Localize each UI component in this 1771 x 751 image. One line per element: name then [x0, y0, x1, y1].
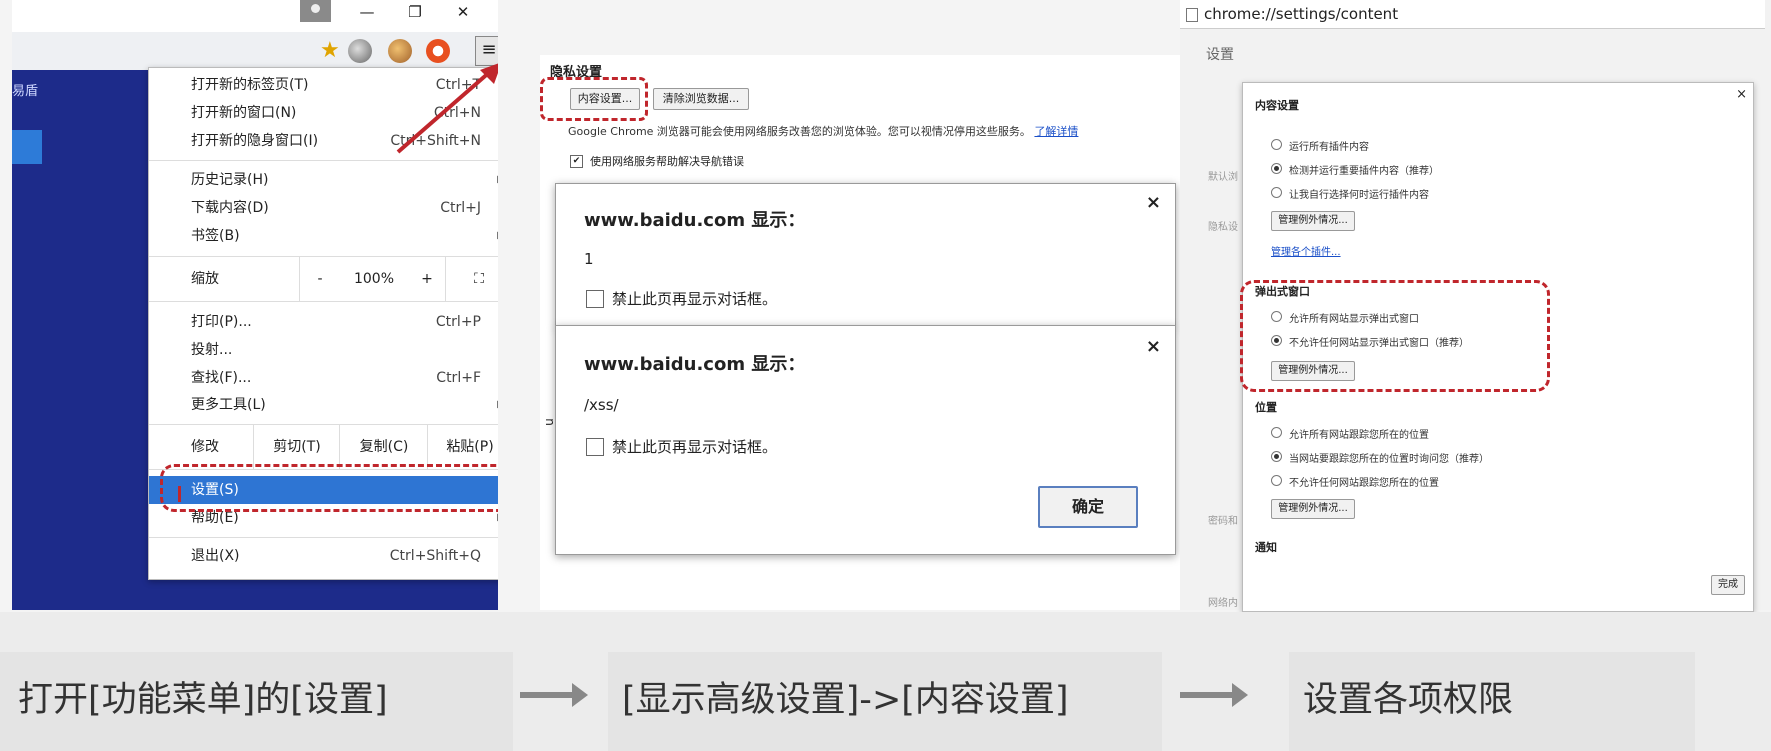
alert-dialog-2: www.baidu.com 显示： × /xss/ 禁止此页再显示对话框。 确定 [555, 325, 1176, 555]
page-icon [1186, 7, 1198, 22]
plugins-manage-exceptions-button[interactable]: 管理例外情况... [1271, 211, 1355, 231]
bg-label-2: 隐私设 [1208, 222, 1238, 233]
zoom-level: 100% [353, 271, 395, 287]
copy-button[interactable]: 复制(C) [339, 425, 428, 469]
menu-item-more-tools[interactable]: 更多工具(L)▶ [149, 391, 498, 419]
settings-highlight-box [160, 464, 498, 512]
location-option-2: 当网站要跟踪您所在的位置时询问您（推荐） [1289, 454, 1489, 465]
plugins-option-3: 让我自行选择何时运行插件内容 [1289, 190, 1429, 201]
chrome-content-settings-panel: chrome://settings/content 设置 默认浏 隐私设 密码和… [1180, 0, 1771, 612]
location-section-title: 位置 [1255, 401, 1277, 414]
step-2-caption: [显示高级设置]->[内容设置] [608, 652, 1162, 751]
browser-menu-panel: — ❐ ✕ ★ ≡ 易盾 打开新的标签页(T) Ctrl+T 打开新的窗口(N) C… [12, 0, 498, 610]
globe-extension-icon[interactable] [348, 39, 372, 63]
minimize-button[interactable]: — [348, 0, 386, 24]
menu-edit-row: 修改 剪切(T) 复制(C) 粘贴(P) [149, 425, 498, 469]
popups-highlight-box [1240, 280, 1550, 392]
privacy-description-text: Google Chrome 浏览器可能会使用网络服务改善您的浏览体验。您可以视情… [568, 125, 1031, 138]
close-window-button[interactable]: ✕ [444, 0, 482, 24]
clear-browsing-data-button[interactable]: 清除浏览数据... [653, 88, 749, 110]
menu-item-bookmarks[interactable]: 书签(B)▶ [149, 222, 498, 250]
menu-item-downloads[interactable]: 下载内容(D) Ctrl+J [149, 194, 498, 222]
dialog-2-title: www.baidu.com 显示： [584, 354, 806, 375]
page-fragment-text: 易盾 [12, 84, 39, 99]
menu-zoom-row: 缩放 - 100% + ⛶ [149, 257, 498, 301]
dialog-2-checkbox-label: 禁止此页再显示对话框。 [612, 438, 778, 456]
dialog-1-checkbox[interactable] [586, 290, 604, 308]
dialog-1-title: www.baidu.com 显示： [584, 210, 806, 231]
plugins-radio-1[interactable] [1271, 139, 1282, 150]
dialog-2-ok-button[interactable]: 确定 [1038, 486, 1138, 528]
menu-item-find[interactable]: 查找(F)... Ctrl+F [149, 364, 498, 392]
location-radio-2[interactable] [1271, 451, 1282, 462]
address-text: chrome://settings/content [1204, 5, 1399, 23]
zoom-out-button[interactable]: - [299, 257, 340, 301]
content-settings-close-icon[interactable]: × [1736, 87, 1747, 102]
menu-item-cast[interactable]: 投射... [149, 336, 498, 364]
alert-dialog-1: www.baidu.com 显示： × 1 禁止此页再显示对话框。 [555, 183, 1176, 327]
nav-help-label: 使用网络服务帮助解决导航错误 [590, 155, 744, 168]
location-radio-3[interactable] [1271, 475, 1282, 486]
location-option-3: 不允许任何网站跟踪您所在的位置 [1289, 478, 1439, 489]
location-manage-exceptions-button[interactable]: 管理例外情况... [1271, 499, 1355, 519]
bookmark-star-icon[interactable]: ★ [320, 38, 340, 63]
dialog-1-message: 1 [584, 250, 594, 268]
nav-help-checkbox[interactable]: ✔ [570, 155, 583, 168]
content-settings-highlight-box [540, 77, 648, 121]
menu-item-exit[interactable]: 退出(X) Ctrl+Shift+Q [149, 542, 498, 570]
privacy-description: Google Chrome 浏览器可能会使用网络服务改善您的浏览体验。您可以视情… [568, 123, 1078, 139]
zoom-in-button[interactable]: + [409, 257, 445, 301]
dialog-1-checkbox-label: 禁止此页再显示对话框。 [612, 290, 778, 308]
learn-more-link[interactable]: 了解详情 [1034, 125, 1078, 138]
notifications-section-title: 通知 [1255, 541, 1277, 554]
restore-button[interactable]: ❐ [396, 0, 434, 24]
menu-item-history[interactable]: 历史记录(H)▶ [149, 166, 498, 194]
pointer-arrow-icon [396, 63, 498, 154]
plugins-option-2: 检测并运行重要插件内容（推荐） [1289, 166, 1439, 177]
plugins-radio-2[interactable] [1271, 163, 1282, 174]
location-radio-1[interactable] [1271, 427, 1282, 438]
address-bar[interactable]: chrome://settings/content [1180, 0, 1765, 29]
step-arrow-2-icon [1180, 683, 1248, 707]
fullscreen-icon[interactable]: ⛶ [445, 257, 498, 301]
page-blue-block [12, 130, 42, 164]
privacy-settings-panel: 隐私设置 内容设置... 清除浏览数据... Google Chrome 浏览器… [540, 55, 1180, 610]
menu-item-print[interactable]: 打印(P)... Ctrl+P [149, 308, 498, 336]
step-3-caption: 设置各项权限 [1289, 652, 1695, 751]
account-icon[interactable] [300, 0, 331, 22]
step-1-caption: 打开[功能菜单]的[设置] [0, 652, 513, 751]
dialog-1-close-icon[interactable]: × [1146, 192, 1161, 213]
bg-label-3: 密码和 [1208, 516, 1238, 527]
location-option-1: 允许所有网站跟踪您所在的位置 [1289, 430, 1429, 441]
content-settings-title: 内容设置 [1255, 99, 1299, 112]
settings-page-title: 设置 [1206, 47, 1234, 63]
settings-marker [178, 486, 181, 502]
paste-button[interactable]: 粘贴(P) [427, 425, 498, 469]
bg-label-1: 默认浏 [1208, 172, 1238, 183]
manage-plugins-link[interactable]: 管理各个插件... [1271, 243, 1341, 258]
cut-button[interactable]: 剪切(T) [253, 425, 340, 469]
dialog-2-close-icon[interactable]: × [1146, 336, 1161, 357]
step-arrow-1-icon [520, 683, 588, 707]
bg-label-4: 网络内 [1208, 598, 1238, 609]
done-button[interactable]: 完成 [1711, 575, 1745, 595]
dialog-2-message: /xss/ [584, 396, 619, 414]
plugins-option-1: 运行所有插件内容 [1289, 142, 1369, 153]
dialog-2-checkbox[interactable] [586, 438, 604, 456]
plugins-radio-3[interactable] [1271, 187, 1282, 198]
